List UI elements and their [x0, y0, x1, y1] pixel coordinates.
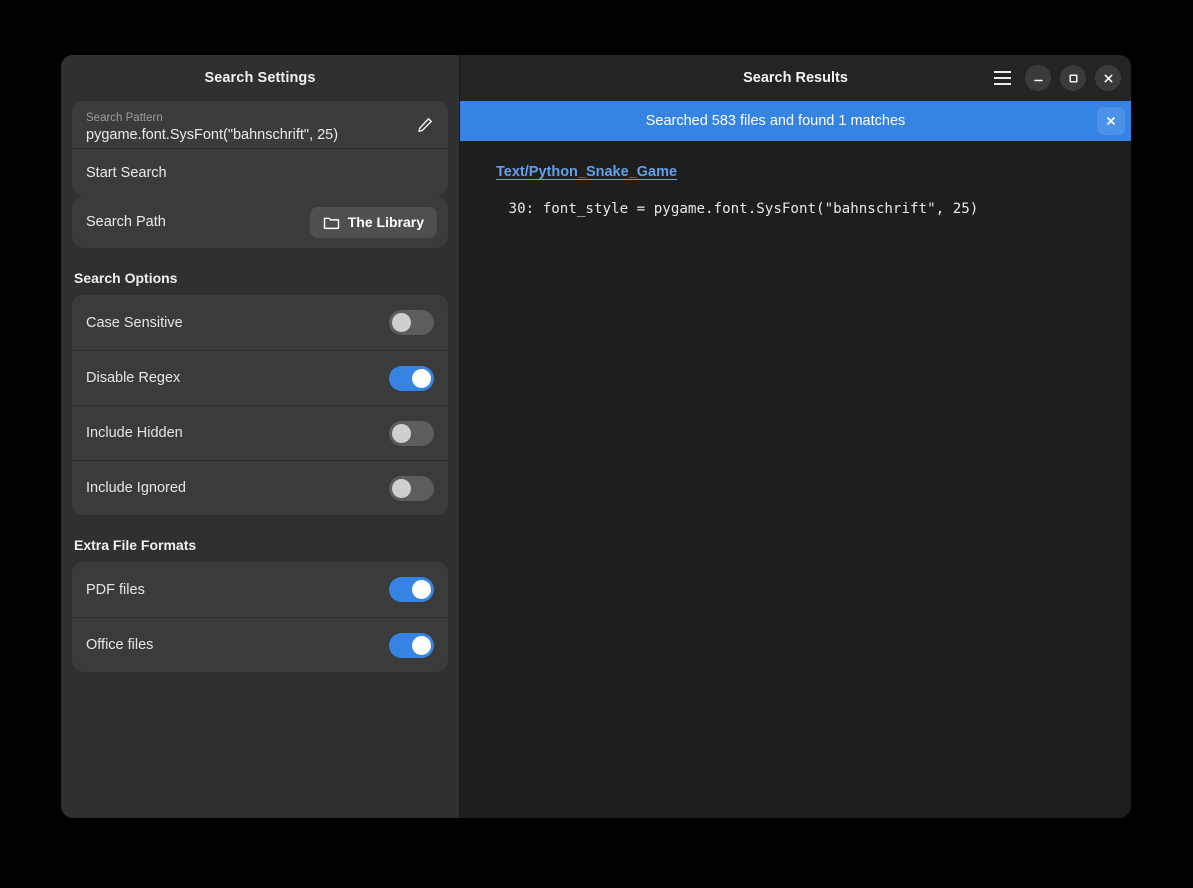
- menu-line: [994, 83, 1011, 85]
- status-banner-text: Searched 583 files and found 1 matches: [646, 113, 906, 129]
- search-options-card: Case Sensitive Disable Regex Include Hid…: [72, 295, 448, 515]
- toggle-knob: [392, 424, 411, 443]
- format-row-pdf-files[interactable]: PDF files: [72, 562, 448, 617]
- search-options-heading: Search Options: [72, 248, 448, 295]
- format-label-pdf-files: PDF files: [86, 582, 145, 598]
- menu-line: [994, 77, 1011, 79]
- toggle-pdf-files[interactable]: [389, 577, 434, 602]
- search-path-row: Search Path The Library: [72, 196, 448, 248]
- search-pattern-card: Search Pattern pygame.font.SysFont("bahn…: [72, 101, 448, 196]
- search-pattern-label: Search Pattern: [86, 111, 434, 126]
- status-banner: Searched 583 files and found 1 matches: [460, 101, 1131, 141]
- extra-file-formats-card: PDF files Office files: [72, 562, 448, 672]
- menu-icon[interactable]: [988, 64, 1016, 92]
- toggle-knob: [412, 369, 431, 388]
- sidebar-header: Search Settings: [61, 55, 459, 101]
- option-row-case-sensitive[interactable]: Case Sensitive: [72, 295, 448, 350]
- option-label-case-sensitive: Case Sensitive: [86, 315, 183, 331]
- toggle-disable-regex[interactable]: [389, 366, 434, 391]
- option-label-disable-regex: Disable Regex: [86, 370, 180, 386]
- search-settings-sidebar: Search Settings Search Pattern pygame.fo…: [61, 55, 460, 818]
- close-icon[interactable]: [1095, 65, 1121, 91]
- extra-file-formats-heading: Extra File Formats: [72, 515, 448, 562]
- option-row-disable-regex[interactable]: Disable Regex: [72, 350, 448, 405]
- result-file-link[interactable]: Text/Python_Snake_Game: [496, 164, 677, 180]
- menu-line: [994, 71, 1011, 73]
- sidebar-body: Search Pattern pygame.font.SysFont("bahn…: [61, 101, 459, 818]
- toggle-case-sensitive[interactable]: [389, 310, 434, 335]
- result-match-line: 30: font_style = pygame.font.SysFont("ba…: [500, 199, 1107, 219]
- option-label-include-hidden: Include Hidden: [86, 425, 183, 441]
- maximize-icon[interactable]: [1060, 65, 1086, 91]
- folder-icon: [323, 214, 340, 231]
- search-path-label: Search Path: [86, 214, 166, 230]
- window-controls: [988, 64, 1121, 92]
- main-header: Search Results: [460, 55, 1131, 101]
- minimize-icon[interactable]: [1025, 65, 1051, 91]
- option-label-include-ignored: Include Ignored: [86, 480, 186, 496]
- toggle-knob: [392, 313, 411, 332]
- results-list[interactable]: Text/Python_Snake_Game 30: font_style = …: [460, 141, 1131, 818]
- start-search-button[interactable]: Start Search: [72, 149, 448, 196]
- search-pattern-row[interactable]: Search Pattern pygame.font.SysFont("bahn…: [72, 101, 448, 149]
- toggle-knob: [392, 479, 411, 498]
- toggle-office-files[interactable]: [389, 633, 434, 658]
- format-label-office-files: Office files: [86, 637, 153, 653]
- option-row-include-ignored[interactable]: Include Ignored: [72, 460, 448, 515]
- start-search-label: Start Search: [86, 165, 167, 181]
- format-row-office-files[interactable]: Office files: [72, 617, 448, 672]
- result-item: Text/Python_Snake_Game 30: font_style = …: [496, 163, 1107, 219]
- toggle-knob: [412, 580, 431, 599]
- toggle-knob: [412, 636, 431, 655]
- search-path-button[interactable]: The Library: [310, 207, 437, 238]
- search-results-panel: Search Results: [460, 55, 1131, 818]
- toggle-include-hidden[interactable]: [389, 421, 434, 446]
- search-path-button-label: The Library: [348, 214, 424, 230]
- option-row-include-hidden[interactable]: Include Hidden: [72, 405, 448, 460]
- toggle-include-ignored[interactable]: [389, 476, 434, 501]
- banner-close-icon[interactable]: [1097, 107, 1125, 135]
- search-pattern-input[interactable]: pygame.font.SysFont("bahnschrift", 25): [86, 126, 434, 145]
- result-match-lines: 30: font_style = pygame.font.SysFont("ba…: [496, 199, 1107, 219]
- pencil-icon[interactable]: [416, 116, 434, 134]
- app-window: Search Settings Search Pattern pygame.fo…: [61, 55, 1131, 818]
- sidebar-title: Search Settings: [204, 70, 315, 86]
